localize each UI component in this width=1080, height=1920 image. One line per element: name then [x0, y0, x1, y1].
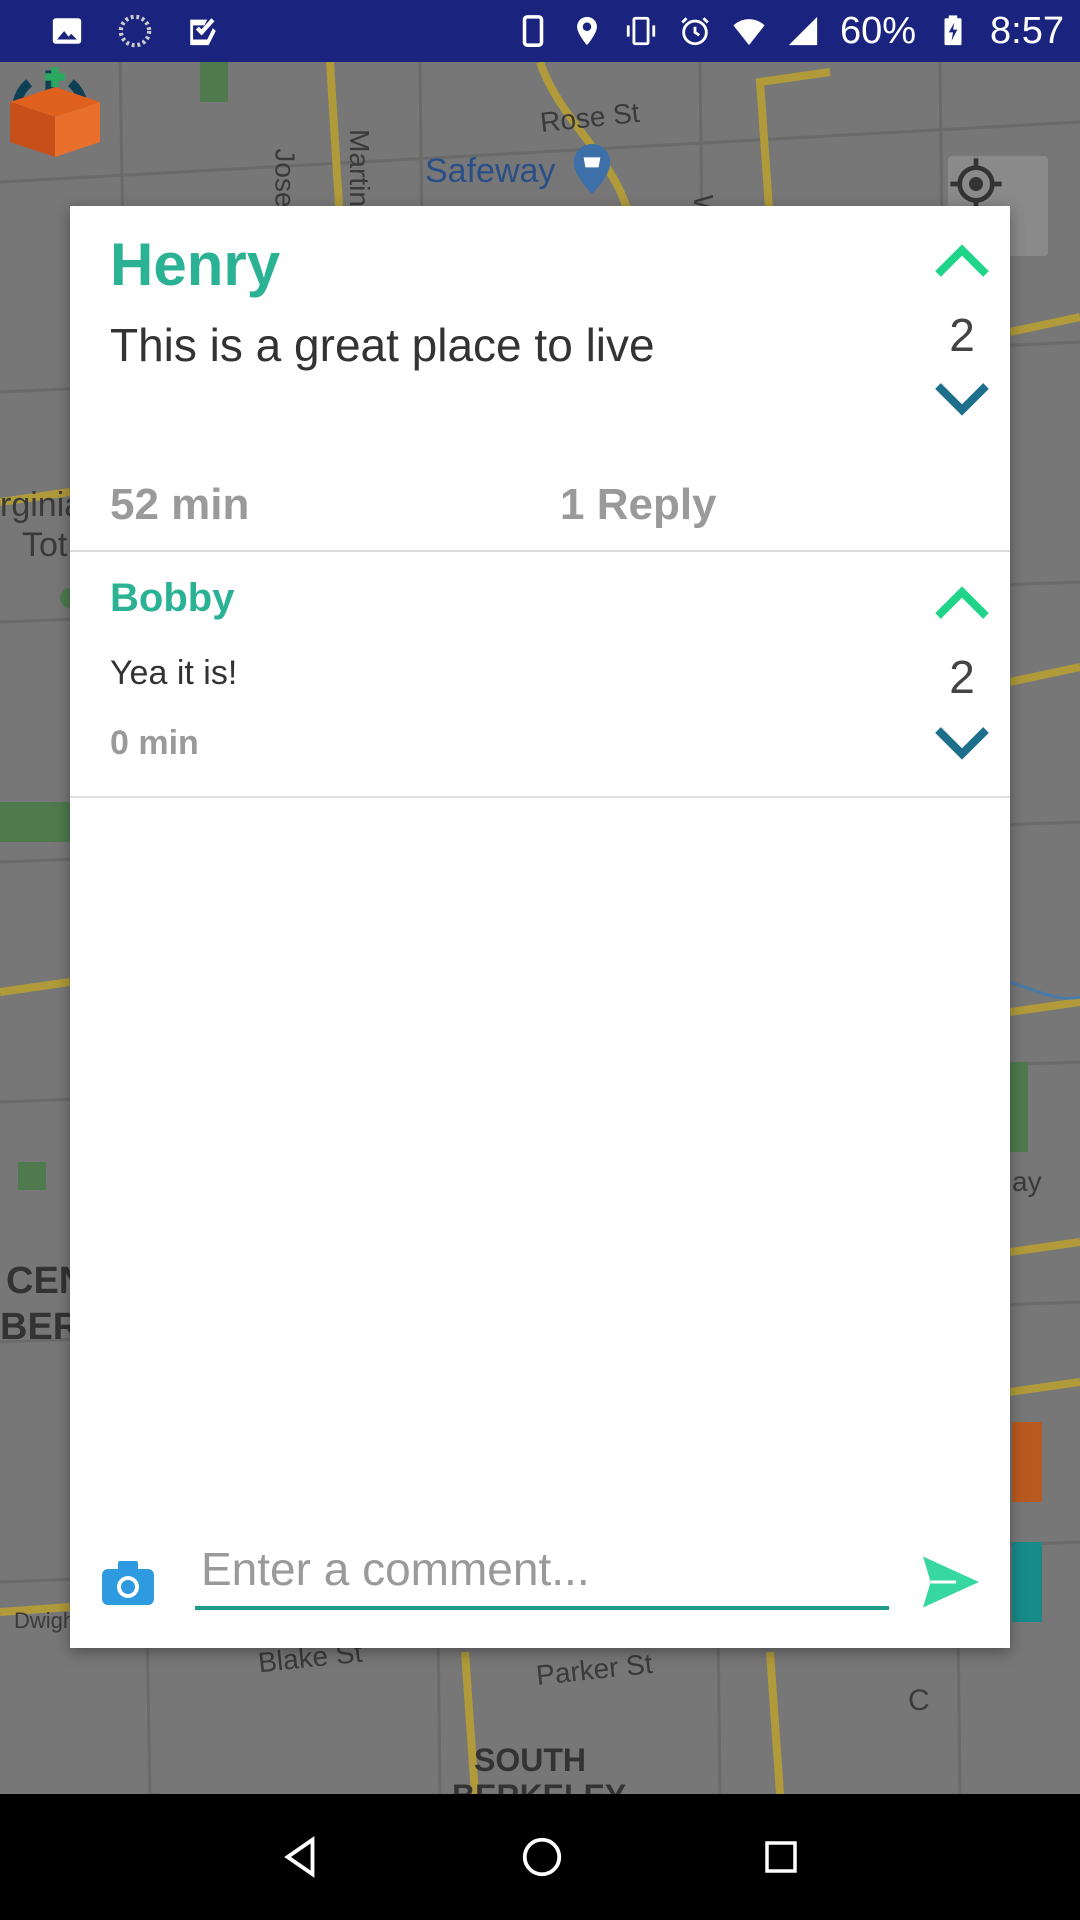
reply-text: Yea it is!	[110, 654, 238, 692]
send-icon[interactable]	[920, 1554, 982, 1610]
reply-downvote-chevron-down-icon[interactable]	[932, 724, 992, 764]
map-label-jose: Jose	[269, 148, 301, 208]
comment-dialog: Henry This is a great place to live 2 52…	[70, 206, 1010, 1648]
map-label-safeway: Safeway	[425, 152, 556, 190]
crosshair-icon	[950, 158, 1002, 210]
post-author: Henry	[110, 231, 281, 298]
comment-input[interactable]	[195, 1536, 889, 1610]
safeway-pin-icon	[573, 144, 611, 194]
reply-vote-count: 2	[949, 651, 975, 703]
comment-composer	[70, 1536, 1010, 1648]
sync-notification-icon	[118, 14, 152, 48]
back-icon[interactable]	[278, 1834, 324, 1880]
location-icon	[577, 16, 597, 46]
google-logo: Google	[12, 1784, 191, 1794]
map-label-tot: Tot	[22, 526, 68, 564]
post-text: This is a great place to live	[110, 319, 655, 371]
original-post: Henry This is a great place to live 2 52…	[70, 206, 1010, 552]
post-reply-count[interactable]: 1 Reply	[560, 480, 717, 530]
vibrate-icon	[626, 16, 656, 46]
reply-author: Bobby	[110, 576, 235, 620]
post-vote-count: 2	[949, 309, 975, 361]
home-icon[interactable]	[519, 1834, 565, 1880]
map-label-south: SOUTH	[474, 1742, 586, 1778]
map-label-way: ay	[1012, 1166, 1042, 1197]
navigation-bar	[0, 1794, 1080, 1920]
package-icon[interactable]	[0, 62, 110, 162]
wifi-icon	[733, 19, 765, 46]
device-icon	[522, 15, 544, 47]
map-side-widget	[1012, 1542, 1042, 1622]
alarm-icon	[681, 17, 709, 46]
checklist-notification-icon	[190, 18, 216, 46]
post-timestamp: 52 min	[110, 480, 250, 529]
map-label-berkeley: BERKELEY	[452, 1778, 626, 1794]
map-label-martin: Martin	[343, 129, 375, 207]
reply-item: Bobby Yea it is! 0 min 2	[70, 552, 1010, 798]
camera-icon[interactable]	[100, 1558, 156, 1608]
map-side-widget-orange	[1012, 1422, 1042, 1502]
reply-upvote-chevron-up-icon[interactable]	[932, 582, 992, 622]
post-downvote-chevron-down-icon[interactable]	[932, 380, 992, 420]
signal-icon	[788, 16, 818, 46]
battery-charging-icon	[944, 15, 962, 46]
clock: 8:57	[990, 9, 1064, 52]
map-label-ber: BER	[0, 1306, 81, 1348]
image-notification-icon	[52, 18, 82, 44]
recents-icon[interactable]	[760, 1836, 802, 1878]
post-upvote-chevron-up-icon[interactable]	[932, 240, 992, 280]
reply-timestamp: 0 min	[110, 724, 199, 762]
map-label-c: C	[908, 1684, 930, 1717]
status-bar: 60% 8:57	[0, 0, 1080, 62]
battery-percent: 60%	[839, 9, 917, 52]
